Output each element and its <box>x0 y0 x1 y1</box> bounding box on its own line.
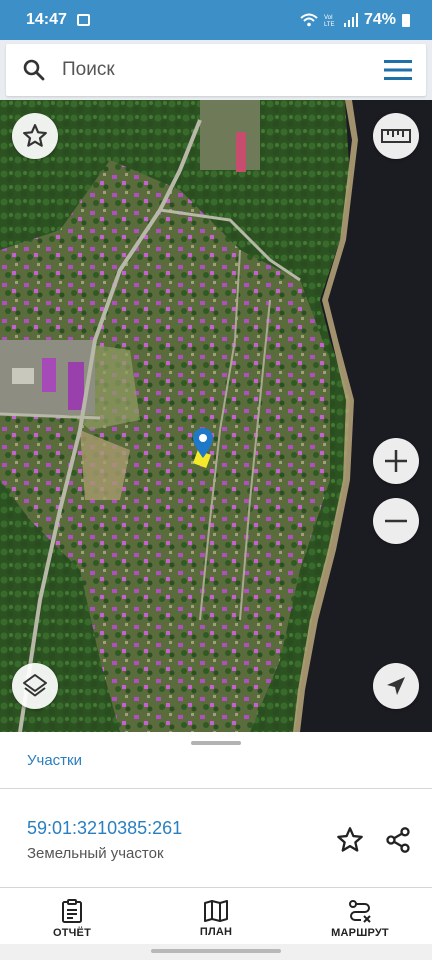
parcel-cadastral-number[interactable]: 59:01:3210385:261 <box>27 818 182 839</box>
home-indicator[interactable] <box>151 949 281 953</box>
tab-parcels[interactable]: Участки <box>27 752 82 769</box>
star-icon <box>337 827 363 852</box>
favorite-map-button[interactable] <box>12 113 58 159</box>
zoom-in-icon <box>385 450 407 472</box>
volte-icon: VoI LTE <box>324 15 335 27</box>
map-icon <box>204 900 228 922</box>
search-input[interactable] <box>62 50 370 90</box>
nav-plan[interactable]: ПЛАН <box>144 890 288 948</box>
nav-report[interactable]: ОТЧЁТ <box>0 890 144 948</box>
layers-button[interactable] <box>12 663 58 709</box>
nav-divider <box>0 887 432 888</box>
layers-icon <box>23 674 47 697</box>
route-icon <box>349 900 371 923</box>
share-button[interactable] <box>382 824 414 856</box>
ruler-icon <box>381 129 411 143</box>
share-icon <box>386 827 410 853</box>
nav-route[interactable]: МАРШРУТ <box>288 890 432 948</box>
status-time: 14:47 <box>26 11 67 28</box>
parcel-type: Земельный участок <box>27 845 164 862</box>
map-pin-icon[interactable] <box>192 427 214 459</box>
sheet-drag-handle[interactable] <box>191 741 241 745</box>
battery-level: 74% <box>363 11 396 28</box>
wifi-icon <box>300 13 318 27</box>
gallery-icon <box>76 14 90 26</box>
satellite-map[interactable] <box>0 100 432 732</box>
battery-icon <box>402 13 410 27</box>
nav-report-label: ОТЧЁТ <box>52 927 92 939</box>
bottom-sheet: Участки 59:01:3210385:261 Земельный учас… <box>0 732 432 960</box>
measure-button[interactable] <box>373 113 419 159</box>
locate-icon <box>387 677 405 695</box>
nav-route-label: МАРШРУТ <box>331 927 389 939</box>
zoom-out-button[interactable] <box>373 498 419 544</box>
locate-button[interactable] <box>373 663 419 709</box>
search-icon[interactable] <box>6 44 62 96</box>
svg-text:LTE: LTE <box>324 22 335 27</box>
search-area <box>0 40 432 100</box>
bottom-nav: ОТЧЁТ ПЛАН МАРШРУТ <box>0 890 432 948</box>
star-icon <box>23 124 47 147</box>
clipboard-icon <box>62 899 82 923</box>
svg-text:VoI: VoI <box>324 15 333 21</box>
status-icons: VoI LTE 74% <box>300 11 410 29</box>
map-imagery <box>0 100 432 732</box>
zoom-out-icon <box>385 519 407 523</box>
nav-plan-label: ПЛАН <box>199 926 233 938</box>
menu-icon[interactable] <box>370 44 426 96</box>
zoom-in-button[interactable] <box>373 438 419 484</box>
favorite-parcel-button[interactable] <box>334 824 366 856</box>
search-bar[interactable] <box>6 44 426 96</box>
gesture-bar <box>0 944 432 960</box>
tab-divider <box>0 788 432 789</box>
status-bar: 14:47 VoI LTE 74% <box>0 0 432 40</box>
signal-icon <box>343 13 358 27</box>
